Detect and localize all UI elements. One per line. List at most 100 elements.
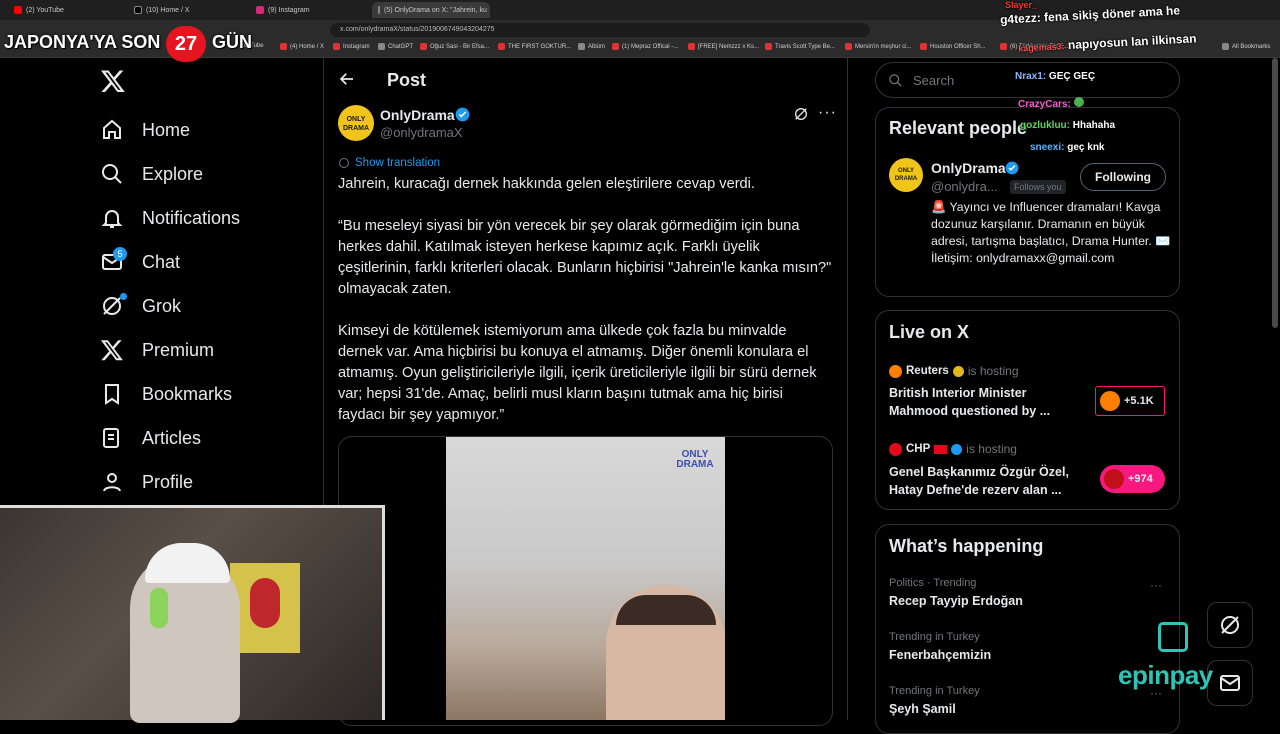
chat-message: Nrax1: GEÇ GEÇ xyxy=(1015,71,1096,82)
verified-icon xyxy=(951,443,963,455)
show-translation-link[interactable]: Show translation xyxy=(338,157,440,169)
sidebar-item-articles[interactable]: Articles xyxy=(100,420,201,456)
bookmark-item[interactable]: Houston Officer Sh... xyxy=(920,43,986,50)
sidebar-item-explore[interactable]: Explore xyxy=(100,156,203,192)
youtube-icon xyxy=(1000,43,1007,50)
sidebar-item-chat[interactable]: Chat xyxy=(100,244,180,280)
chp-logo-icon xyxy=(1104,469,1124,489)
youtube-icon xyxy=(420,43,427,50)
trend-topic[interactable]: Şeyh Şamil xyxy=(889,702,956,716)
trend-context: Politics · Trending xyxy=(889,577,977,589)
more-options-icon[interactable]: ··· xyxy=(818,104,837,122)
avatar[interactable]: ONLY DRAMA xyxy=(889,158,923,192)
bookmark-item[interactable]: [FREE] Nemzzz x Ks... xyxy=(688,43,759,50)
following-button[interactable]: Following xyxy=(1080,163,1166,191)
live-host-row[interactable]: CHP is hosting xyxy=(889,442,1017,456)
chat-badge: 5 xyxy=(113,247,127,261)
x-icon xyxy=(378,6,380,14)
author-handle[interactable]: @onlydramaX xyxy=(380,125,463,140)
sidebar-item-profile[interactable]: Profile xyxy=(100,464,193,500)
x-logo-icon xyxy=(100,70,125,93)
bookmark-item[interactable]: Oğuz Sasi - Bir Efsa... xyxy=(420,43,489,50)
chatgpt-icon xyxy=(378,43,385,50)
sidebar-item-notifications[interactable]: Notifications xyxy=(100,200,240,236)
bookmark-icon xyxy=(105,384,119,405)
live-title-line[interactable]: Hatay Defne'de rezerv alan ... xyxy=(889,483,1062,497)
live-title-line[interactable]: Genel Başkanımız Özgür Özel, xyxy=(889,465,1069,479)
bookmark-item[interactable]: Instagram xyxy=(333,43,370,50)
grok-icon xyxy=(795,108,807,120)
live-listeners-button[interactable]: +5.1K xyxy=(1095,386,1165,416)
sidebar-item-grok[interactable]: Grok xyxy=(100,288,181,324)
reuters-logo-icon xyxy=(1100,391,1120,411)
profile-icon xyxy=(103,473,121,492)
relevant-name[interactable]: OnlyDrama xyxy=(931,160,1006,176)
arrow-left-icon xyxy=(339,73,353,85)
live-host-row[interactable]: Reuters is hosting xyxy=(889,364,1019,378)
stream-banner: JAPONYA'YA SON 27 GÜN xyxy=(0,24,260,64)
relevant-bio: 🚨 Yayıncı ve Influencer dramaları! Kavga… xyxy=(931,200,1171,265)
browser-tab[interactable]: (10) Home / X xyxy=(128,2,248,18)
home-icon xyxy=(103,119,121,139)
browser-tab-active[interactable]: (5) OnlyDrama on X: "Jahrein, ku xyxy=(372,2,490,18)
scrollbar-thumb[interactable] xyxy=(1272,58,1278,328)
youtube-icon xyxy=(765,43,772,50)
bell-icon xyxy=(101,210,123,228)
mail-icon xyxy=(1220,675,1240,691)
bookmark-item[interactable]: Albüm xyxy=(578,43,605,50)
youtube-icon xyxy=(845,43,852,50)
youtube-icon xyxy=(612,43,619,50)
grok-icon xyxy=(1221,616,1239,634)
bookmark-item[interactable]: (1) Mepraz Offical -... xyxy=(612,43,678,50)
youtube-icon xyxy=(14,6,22,14)
emote-icon xyxy=(1073,97,1084,107)
trend-topic[interactable]: Fenerbahçemizin xyxy=(889,648,991,662)
avatar[interactable]: ONLY DRAMA xyxy=(338,105,374,141)
chat-message: Slayer_ xyxy=(1005,0,1038,10)
turkey-flag-icon xyxy=(934,444,948,454)
x-logo-icon xyxy=(100,340,123,361)
grok-dot xyxy=(120,293,127,300)
browser-tab[interactable]: (9) Instagram xyxy=(250,2,370,18)
youtube-icon xyxy=(920,43,927,50)
messages-floating-button[interactable] xyxy=(1207,660,1253,706)
all-bookmarks[interactable]: All Bookmarks xyxy=(1222,43,1270,50)
youtube-icon xyxy=(498,43,505,50)
x-logo[interactable] xyxy=(100,68,126,99)
instagram-icon xyxy=(333,43,340,50)
grok-floating-button[interactable] xyxy=(1207,602,1253,648)
sidebar-item-premium[interactable]: Premium xyxy=(100,332,214,368)
follows-you-badge: Follows you xyxy=(1010,180,1066,194)
x-icon xyxy=(280,43,287,50)
streamer-cap xyxy=(145,543,230,583)
sidebar-item-bookmarks[interactable]: Bookmarks xyxy=(100,376,232,412)
instagram-icon xyxy=(256,6,264,14)
live-listeners-button[interactable]: +974 xyxy=(1100,465,1165,493)
sponsor-icon xyxy=(1158,622,1188,652)
url-field[interactable]: x.com/onlydramaX/status/2019006749043204… xyxy=(330,23,870,37)
live-title: Live on X xyxy=(889,322,970,342)
live-title-line[interactable]: Mahmood questioned by ... xyxy=(889,404,1050,418)
live-title-line[interactable]: British Interior Minister xyxy=(889,386,1027,400)
chp-logo-icon xyxy=(889,442,902,456)
browser-tab[interactable]: (2) YouTube xyxy=(8,2,128,18)
bookmark-item[interactable]: Travis Scott Type Be... xyxy=(765,43,835,50)
bookmark-item[interactable]: (4) Home / X xyxy=(280,43,324,50)
bookmark-item[interactable]: THE FIRST GOKTUR... xyxy=(498,43,571,50)
tweet-paragraph: Jahrein, kuracağı dernek hakkında gelen … xyxy=(338,176,755,192)
search-icon xyxy=(889,73,902,87)
bookmark-item[interactable]: ChatGPT xyxy=(378,43,413,50)
more-options-icon[interactable]: ··· xyxy=(1150,578,1162,592)
trend-topic[interactable]: Recep Tayyip Erdoğan xyxy=(889,594,1023,608)
folder-icon xyxy=(578,43,585,50)
bookmark-item[interactable]: Mersin'in meşhur ci... xyxy=(845,43,912,50)
sidebar-item-home[interactable]: Home xyxy=(100,112,190,148)
back-button[interactable] xyxy=(338,70,356,93)
article-icon xyxy=(103,428,119,448)
grok-action-button[interactable] xyxy=(793,106,809,127)
tweet-media-video[interactable] xyxy=(446,437,725,720)
author-name[interactable]: OnlyDrama xyxy=(380,107,455,123)
folder-icon xyxy=(1222,43,1229,50)
verified-gold-icon xyxy=(952,365,964,377)
relevant-handle[interactable]: @onlydra... xyxy=(931,179,998,194)
